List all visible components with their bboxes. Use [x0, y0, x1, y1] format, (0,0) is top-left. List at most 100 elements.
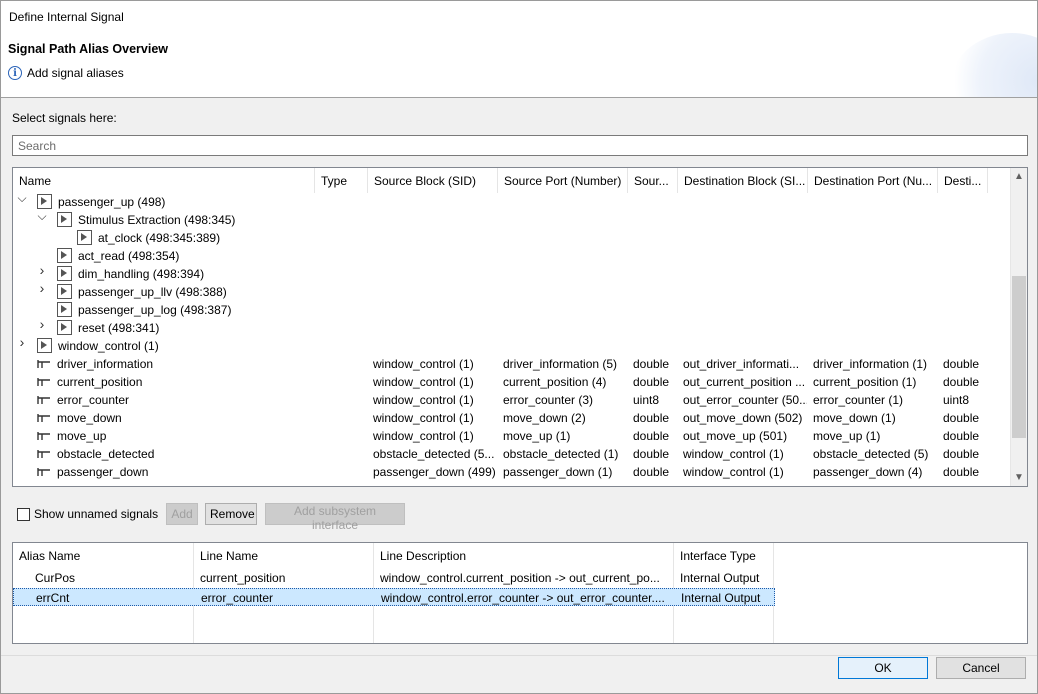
- tree-row[interactable]: obstacle_detected obstacle_detected (5...…: [13, 445, 1009, 463]
- tree-cell: out_move_down (502): [683, 411, 803, 425]
- alias-column-header[interactable]: Interface Type: [680, 549, 756, 563]
- tree-cell: double: [633, 411, 670, 425]
- subsystem-block-icon: [37, 194, 52, 209]
- tree-row[interactable]: move_down window_control (1) move_down (2)…: [13, 409, 1009, 427]
- tree-row[interactable]: ⌵ Stimulus Extraction (498:345): [13, 210, 1009, 229]
- tree-column-header[interactable]: Name: [13, 168, 315, 193]
- cancel-button[interactable]: Cancel: [936, 657, 1026, 679]
- tree-row-name: obstacle_detected: [57, 447, 155, 461]
- tree-cell: double: [633, 429, 670, 443]
- tree-row-name: passenger_up_log (498:387): [78, 303, 232, 317]
- tree-column-header[interactable]: Destination Port (Nu...: [808, 168, 938, 193]
- tree-cell: passenger_down (1): [503, 465, 613, 479]
- scroll-thumb[interactable]: [1012, 276, 1026, 438]
- chevron-right-icon[interactable]: ›: [37, 281, 47, 295]
- tree-row[interactable]: driver_information window_control (1) driv…: [13, 355, 1009, 373]
- scroll-up-icon[interactable]: ▲: [1011, 168, 1027, 185]
- tree-cell: window_control (1): [683, 465, 784, 479]
- alias-column-header[interactable]: Line Description: [380, 549, 466, 563]
- signal-tree-header: Name Type Source Block (SID) Source Port (N…: [13, 168, 1009, 193]
- subsystem-block-icon: [37, 338, 52, 353]
- remove-button[interactable]: Remove: [205, 503, 257, 525]
- chevron-right-icon[interactable]: ›: [37, 317, 47, 331]
- tree-row[interactable]: › dim_handling (498:394): [13, 263, 1009, 283]
- chevron-right-icon[interactable]: ›: [17, 335, 27, 349]
- dialog-header: Signal Path Alias Overview i Add signal …: [1, 33, 1037, 98]
- tree-cell: move_down (1): [813, 411, 896, 425]
- tree-column-header[interactable]: Type: [315, 168, 368, 193]
- chevron-down-icon[interactable]: ⌵: [37, 210, 47, 222]
- show-unnamed-option[interactable]: Show unnamed signals: [17, 503, 158, 525]
- signal-line-icon: [37, 450, 50, 458]
- tree-cell: double: [633, 465, 670, 479]
- tree-row[interactable]: error_counter window_control (1) error_cou…: [13, 391, 1009, 409]
- subsystem-block-icon: [57, 284, 72, 299]
- subsystem-block-icon: [57, 302, 72, 317]
- tree-row-name: dim_handling (498:394): [78, 267, 205, 281]
- tree-cell: double: [943, 465, 980, 479]
- alias-cell: current_position: [200, 571, 286, 585]
- tree-cell: current_position (1): [813, 375, 917, 389]
- chevron-down-icon[interactable]: ⌵: [17, 192, 27, 204]
- tree-row[interactable]: › passenger_up_llv (498:388): [13, 281, 1009, 301]
- tree-row[interactable]: current_position window_control (1) curren…: [13, 373, 1009, 391]
- scroll-down-icon[interactable]: ▼: [1011, 469, 1027, 486]
- info-icon: i: [8, 66, 22, 80]
- tree-vertical-scrollbar[interactable]: ▲ ▼: [1010, 168, 1027, 486]
- tree-row-name: reset (498:341): [78, 321, 160, 335]
- tree-cell: window_control (1): [373, 375, 474, 389]
- tree-row-name: move_down: [57, 411, 122, 425]
- add-button[interactable]: Add: [166, 503, 198, 525]
- alias-cell: Internal Output: [681, 591, 761, 605]
- alias-table[interactable]: Alias Name Line Name Line Description Inter…: [12, 542, 1028, 644]
- tree-cell: window_control (1): [373, 429, 474, 443]
- tree-column-header[interactable]: Destination Block (SI...: [678, 168, 808, 193]
- tree-cell: window_control (1): [373, 411, 474, 425]
- tree-column-header[interactable]: Source Block (SID): [368, 168, 498, 193]
- tree-row[interactable]: › window_control (1): [13, 335, 1009, 355]
- alias-row[interactable]: CurPos current_position window_control.cur…: [13, 569, 775, 587]
- tree-column-header[interactable]: Source Port (Number): [498, 168, 628, 193]
- tree-cell: error_counter (1): [813, 393, 904, 407]
- show-unnamed-label: Show unnamed signals: [34, 507, 159, 521]
- search-input[interactable]: [12, 135, 1028, 156]
- tree-cell: uint8: [633, 393, 660, 407]
- signal-line-icon: [37, 432, 50, 440]
- signal-line-icon: [37, 396, 50, 404]
- tree-cell: double: [943, 375, 980, 389]
- signal-line-icon: [37, 378, 50, 386]
- show-unnamed-checkbox[interactable]: [17, 507, 30, 521]
- tree-row[interactable]: passenger_up_log (498:387): [13, 301, 1009, 319]
- tree-row-name: move_up: [57, 429, 107, 443]
- tree-row[interactable]: ⌵ passenger_up (498): [13, 192, 1009, 211]
- tree-row[interactable]: at_clock (498:345:389): [13, 229, 1009, 247]
- subsystem-block-icon: [57, 320, 72, 335]
- tree-column-header[interactable]: Sour...: [628, 168, 678, 193]
- tree-cell: move_up (1): [813, 429, 881, 443]
- tree-row[interactable]: › reset (498:341): [13, 317, 1009, 337]
- alias-row[interactable]: errCnt error_counter window_control.error_…: [13, 588, 775, 606]
- tree-cell: uint8: [943, 393, 970, 407]
- alias-cell: Internal Output: [680, 571, 760, 585]
- tree-row-name: passenger_up_llv (498:388): [78, 285, 227, 299]
- tree-cell: out_move_up (501): [683, 429, 788, 443]
- tree-row[interactable]: move_up window_control (1) move_up (1) doub…: [13, 427, 1009, 445]
- signal-tree-table[interactable]: Name Type Source Block (SID) Source Port (N…: [12, 167, 1028, 487]
- tree-column-header[interactable]: Desti...: [938, 168, 988, 193]
- tree-cell: move_down (2): [503, 411, 586, 425]
- tree-row[interactable]: passenger_down passenger_down (499) passen…: [13, 463, 1009, 481]
- tree-cell: double: [943, 447, 980, 461]
- alias-cell: window_control.error_counter -> out_erro…: [381, 591, 665, 605]
- tree-row[interactable]: act_read (498:354): [13, 247, 1009, 265]
- tree-cell: obstacle_detected (1): [503, 447, 619, 461]
- alias-cell: window_control.current_position -> out_c…: [380, 571, 660, 585]
- chevron-right-icon[interactable]: ›: [37, 263, 47, 277]
- tree-cell: driver_information (1): [813, 357, 928, 371]
- alias-cell: error_counter: [201, 591, 274, 605]
- alias-column-header[interactable]: Alias Name: [19, 549, 80, 563]
- signal-line-icon: [37, 414, 50, 422]
- ok-button[interactable]: OK: [838, 657, 928, 679]
- add-subsystem-interface-button[interactable]: Add subsystem interface: [265, 503, 405, 532]
- alias-column-header[interactable]: Line Name: [200, 549, 258, 563]
- dialog-window: Define Internal Signal Signal Path Alias…: [0, 0, 1038, 694]
